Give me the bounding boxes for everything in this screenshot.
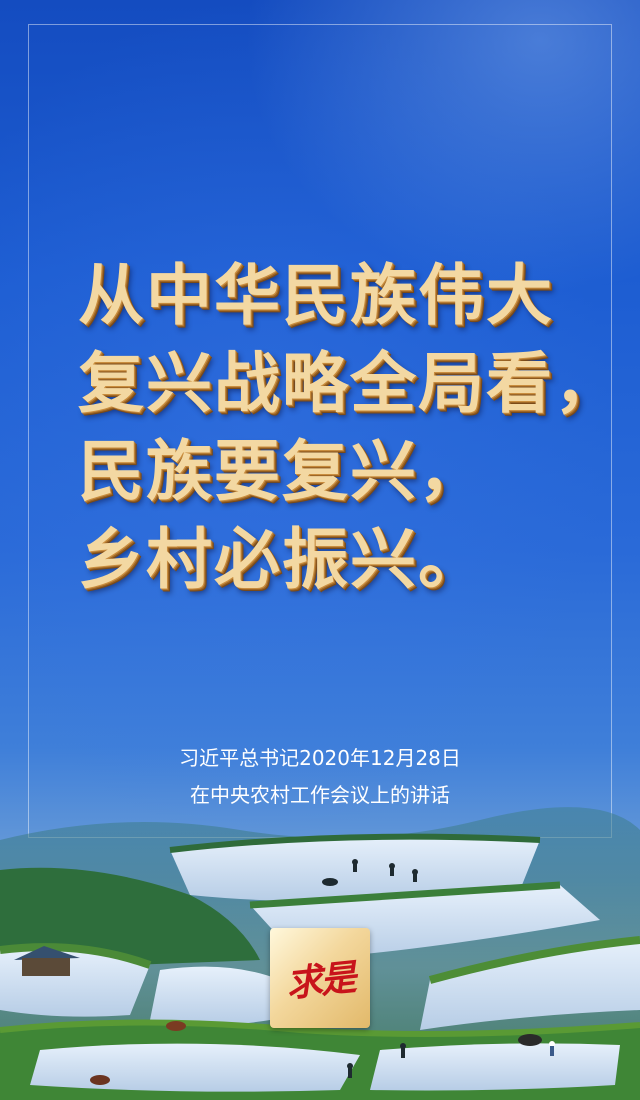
quote-text: 从中华民族伟大 复兴战略全局看， 民族要复兴， 乡村必振兴。 [78, 252, 622, 604]
caption-line-speaker-date: 习近平总书记2020年12月28日 [179, 746, 461, 770]
logo-text: 求是 [284, 956, 357, 1006]
poster: 从中华民族伟大 复兴战略全局看， 民族要复兴， 乡村必振兴。 习近平总书记202… [0, 0, 640, 1100]
quote-line: 复兴战略全局看， [78, 345, 622, 422]
quote-line: 乡村必振兴。 [78, 521, 486, 598]
quote-line: 从中华民族伟大 [78, 257, 554, 334]
qiushi-logo: 求是 [270, 928, 370, 1028]
quote-line: 民族要复兴， [78, 433, 486, 510]
